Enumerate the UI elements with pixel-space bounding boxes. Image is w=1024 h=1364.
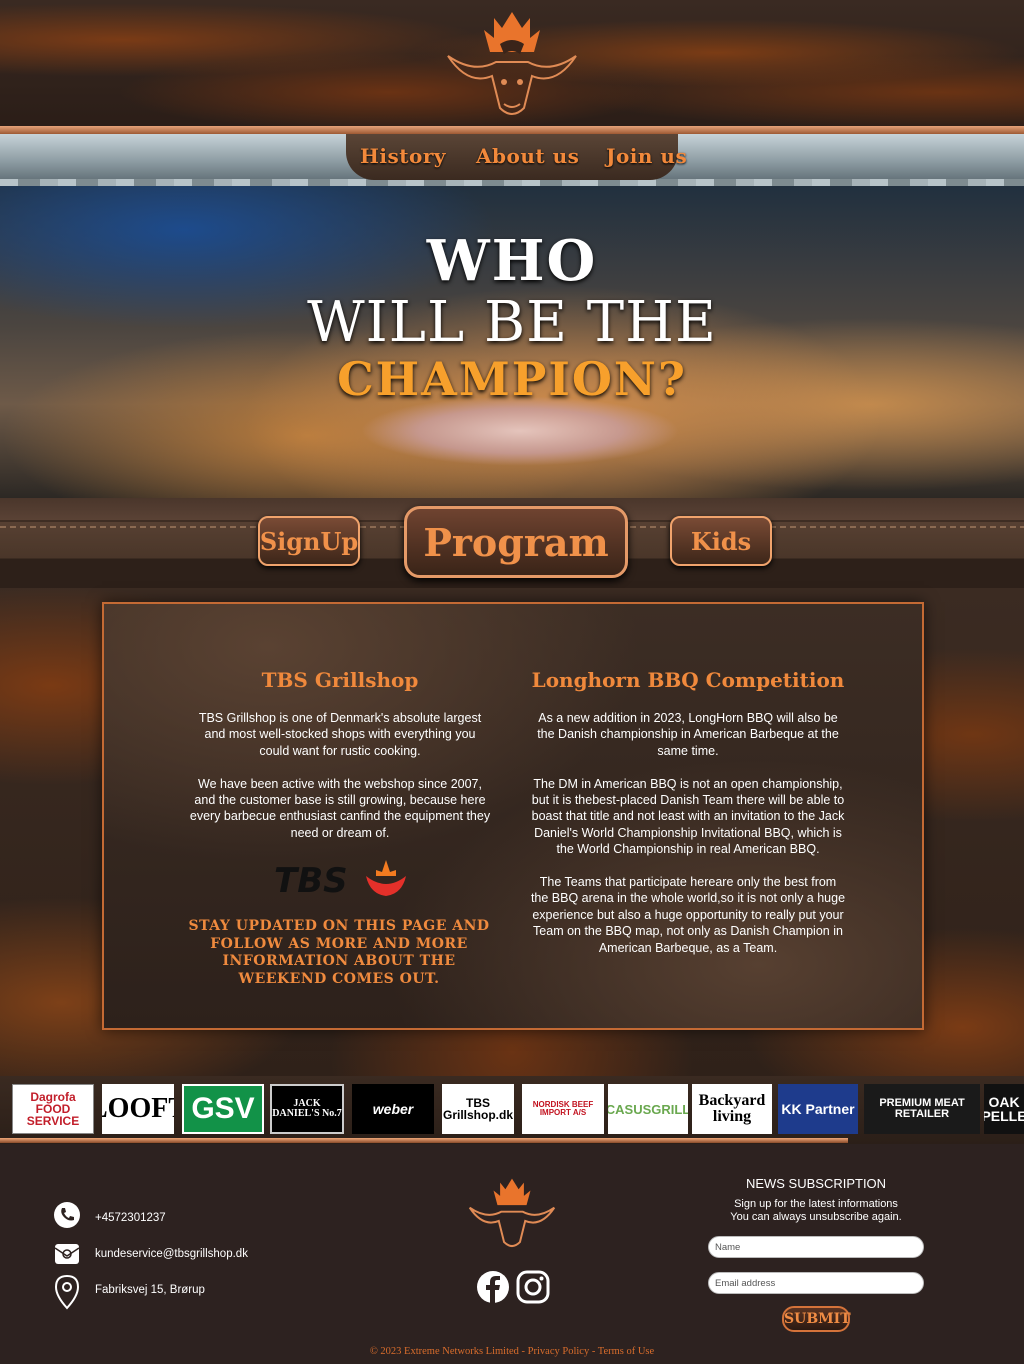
kids-button[interactable]: Kids: [670, 516, 772, 566]
stay-updated-text: Stay updated on this page and follow as …: [188, 918, 490, 987]
nav-history[interactable]: History: [360, 144, 446, 168]
sponsor-logo[interactable]: OAK PELLE: [984, 1084, 1024, 1134]
name-input[interactable]: [708, 1236, 924, 1258]
right-column-text: As a new addition in 2023, LongHorn BBQ …: [530, 711, 846, 955]
signup-button[interactable]: SignUp: [258, 516, 360, 566]
left-column-text: TBS Grillshop is one of Denmark's absolu…: [189, 711, 491, 840]
facebook-icon[interactable]: [476, 1270, 510, 1304]
footer-logo-icon[interactable]: [466, 1176, 558, 1250]
program-button[interactable]: Program: [404, 506, 628, 578]
sponsor-logo[interactable]: Backyard living: [692, 1084, 772, 1134]
sponsor-logo[interactable]: KK Partner: [778, 1084, 858, 1134]
location-icon: [54, 1274, 80, 1310]
nav-about-us[interactable]: About us: [476, 144, 579, 168]
sponsor-logo[interactable]: PREMIUM MEAT RETAILER: [864, 1084, 980, 1134]
copyright[interactable]: © 2023 Extreme Networks Limited - Privac…: [0, 1346, 1024, 1357]
footer-address: Fabriksvej 15, Brørup: [95, 1284, 205, 1296]
email-input[interactable]: [708, 1272, 924, 1294]
tbs-logo: TBS: [274, 860, 406, 898]
longhorn-logo-icon[interactable]: [444, 8, 580, 120]
page: History About us Join us WHO WILL BE THE…: [0, 0, 1024, 1364]
sponsor-logo[interactable]: CASUSGRILL: [608, 1084, 688, 1134]
sponsor-divider: [0, 1138, 848, 1143]
hero-title-line1: WHO: [426, 228, 598, 294]
sponsor-logo[interactable]: LOOFT: [102, 1084, 174, 1134]
footer-phone[interactable]: +4572301237: [95, 1212, 166, 1224]
left-column-title: TBS Grillshop: [261, 668, 419, 692]
nav-strip: History About us Join us: [0, 134, 1024, 191]
header: [0, 0, 1024, 132]
sponsor-logo[interactable]: GSV: [182, 1084, 264, 1134]
nav-join-us[interactable]: Join us: [606, 144, 687, 168]
email-icon: [54, 1244, 80, 1264]
phone-icon: [54, 1202, 80, 1228]
hero-food-image: [360, 396, 680, 466]
sponsor-logo[interactable]: TBS Grillshop.dk: [442, 1084, 514, 1134]
sponsor-logo[interactable]: NORDISK BEEF IMPORT A/S: [522, 1084, 604, 1134]
right-column-title: Longhorn BBQ Competition: [531, 668, 845, 692]
news-subscription-description: Sign up for the latest informations You …: [730, 1198, 902, 1223]
sponsor-logo[interactable]: Dagrofa FOOD SERVICE: [12, 1084, 94, 1134]
hero-title-line2: WILL BE THE: [307, 290, 717, 355]
instagram-icon[interactable]: [516, 1270, 550, 1304]
news-subscription-title: NEWS SUBSCRIPTION: [745, 1176, 887, 1191]
footer-email[interactable]: kundeservice@tbsgrillshop.dk: [95, 1248, 248, 1260]
sponsor-logo[interactable]: weber: [352, 1084, 434, 1134]
hero-banner: WHO WILL BE THE CHAMPION?: [0, 186, 1024, 498]
tbs-logo-text: TBS: [274, 861, 348, 898]
header-divider: [0, 126, 1024, 134]
hero-title-line3: CHAMPION?: [337, 352, 687, 406]
sponsor-logo[interactable]: JACK DANIEL'S No.7: [270, 1084, 344, 1134]
submit-button[interactable]: SUBMIT: [782, 1306, 851, 1332]
